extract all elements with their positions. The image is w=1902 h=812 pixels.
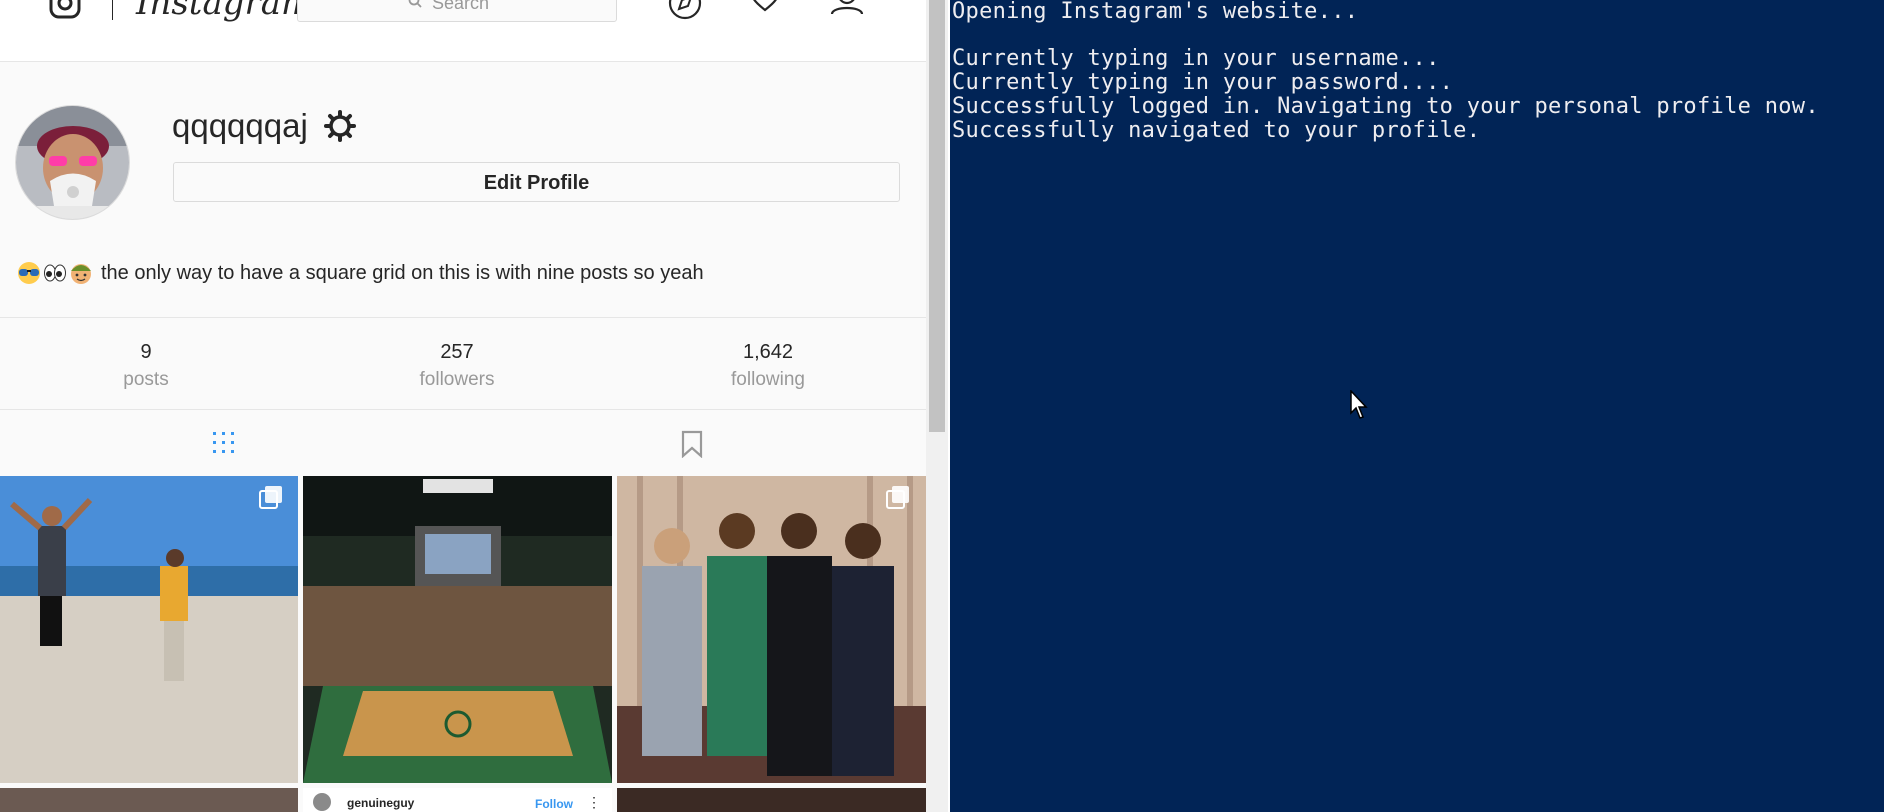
post-row2-middle[interactable]: genuineguy Follow ⋮ (303, 788, 612, 812)
posts-label: posts (123, 369, 169, 390)
following-count: 1,642 (742, 341, 794, 363)
arena-photo (303, 476, 612, 783)
post-friends[interactable] (617, 476, 926, 783)
search-input[interactable]: Search (297, 0, 617, 22)
tabs-divider (0, 409, 926, 410)
following-stat[interactable]: 1,642 following (668, 338, 868, 394)
instagram-camera-icon[interactable] (48, 0, 82, 20)
mouse-cursor-icon (1350, 390, 1368, 419)
posts-stat: 9 posts (46, 338, 246, 394)
profile-bio: the only way to have a square grid on th… (17, 259, 704, 287)
post-row2-right[interactable] (617, 788, 926, 812)
post-row2-left[interactable] (0, 788, 298, 812)
terminal-line: Currently typing in your username... (952, 46, 1440, 71)
face-with-cap-emoji (71, 264, 91, 284)
search-icon (408, 0, 422, 8)
post-author-avatar (313, 793, 331, 811)
profile-username: qqqqqqaj (172, 107, 308, 144)
posts-count: 9 (140, 341, 152, 363)
beach-photo (0, 476, 298, 783)
followers-count: 257 (440, 341, 474, 363)
search-placeholder: Search (432, 0, 490, 13)
scrollbar-thumb[interactable] (929, 0, 945, 432)
followers-stat[interactable]: 257 followers (357, 338, 557, 394)
more-options-icon[interactable]: ⋮ (587, 794, 601, 811)
follow-button[interactable]: Follow (535, 797, 573, 811)
bio-text: the only way to have a square grid on th… (101, 262, 704, 284)
post-author-username[interactable]: genuineguy (347, 796, 414, 810)
instagram-topbar: Instagram Search (0, 0, 926, 62)
edit-profile-button[interactable]: Edit Profile (173, 162, 900, 202)
terminal-line: Successfully navigated to your profile. (952, 118, 1481, 143)
sunglasses-emoji (18, 262, 40, 284)
user-icon[interactable] (829, 0, 865, 22)
terminal-line: Opening Instagram's website... (952, 0, 1359, 24)
post-arena[interactable] (303, 476, 612, 783)
following-label: following (731, 369, 805, 390)
multiple-posts-icon (886, 486, 909, 509)
avatar-photo (16, 106, 129, 219)
multiple-posts-icon (259, 486, 282, 509)
terminal-line: Successfully logged in. Navigating to yo… (952, 94, 1819, 119)
window-edge (1884, 0, 1902, 812)
terminal-line: Currently typing in your password.... (952, 70, 1454, 95)
grid-view-icon[interactable] (211, 430, 237, 456)
followers-label: followers (419, 369, 495, 390)
gear-icon[interactable] (323, 109, 357, 143)
instagram-wordmark[interactable]: Instagram (136, 0, 313, 20)
powershell-terminal[interactable]: Opening Instagram's website... Currently… (950, 0, 1884, 812)
bookmark-icon[interactable] (680, 430, 704, 458)
compass-icon[interactable] (667, 0, 703, 22)
post-beach[interactable] (0, 476, 298, 783)
logo-divider (112, 0, 113, 20)
browser-scrollbar[interactable] (926, 0, 948, 812)
eyes-emoji (44, 264, 66, 282)
instagram-browser-pane: Instagram Search qqqqqqaj Edit Profile t… (0, 0, 926, 812)
profile-avatar[interactable] (15, 105, 130, 220)
friends-photo (617, 476, 926, 783)
stats-divider-top (0, 317, 926, 318)
heart-icon[interactable] (747, 0, 783, 22)
